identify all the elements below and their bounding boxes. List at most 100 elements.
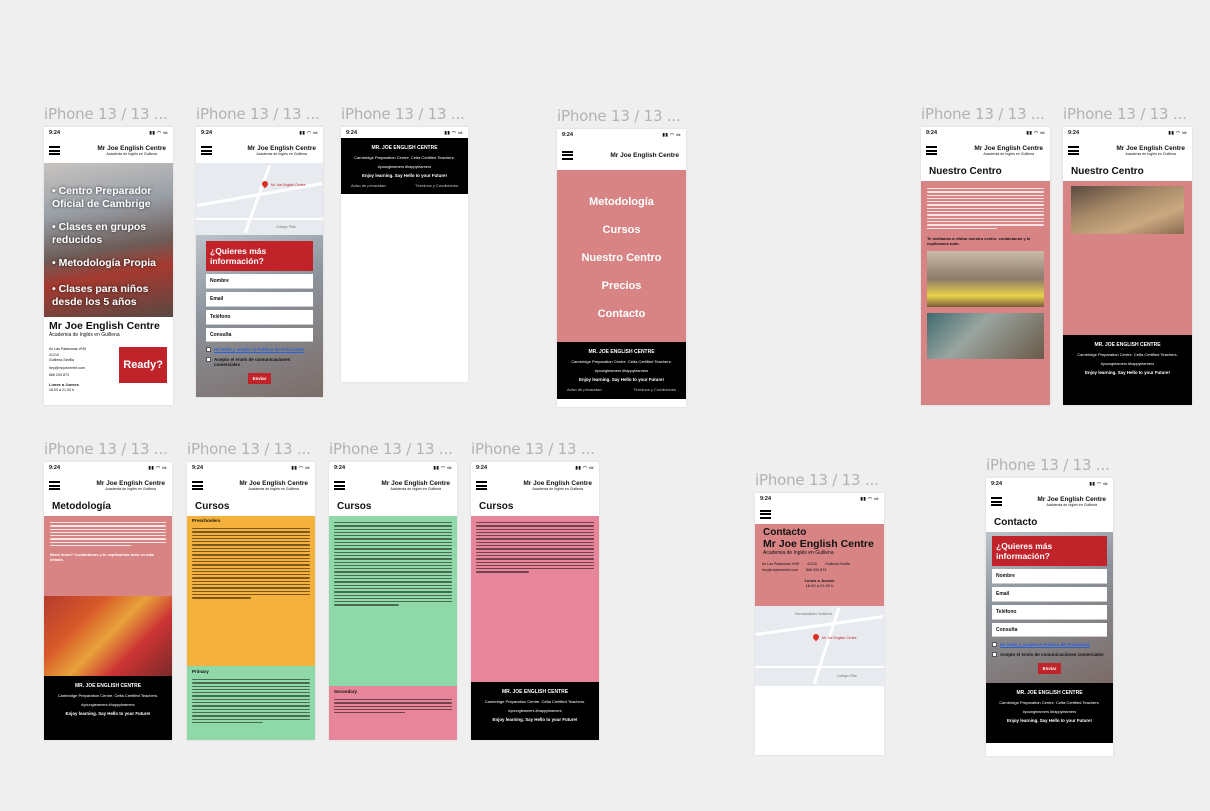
privacy-notice-link[interactable]: Aviso de privacidad (567, 387, 602, 392)
footer-tags: #youngteamers #happylearners (594, 369, 649, 374)
privacy-link[interactable]: He leído y acepto la Política de Privaci… (214, 347, 304, 352)
privacy-checkbox[interactable] (992, 642, 997, 647)
menu-icon[interactable] (49, 146, 60, 155)
contact-brand-title: Mr Joe English Centre (763, 538, 874, 550)
brand[interactable]: Mr Joe English Centre Academia de Inglés … (974, 145, 1045, 156)
brand-title: Mr Joe English Centre (974, 145, 1043, 152)
page-title: Contacto (763, 527, 807, 538)
send-button[interactable]: Enviar (247, 373, 272, 384)
name-field[interactable]: Nombre (206, 274, 313, 289)
brand[interactable]: Mr Joe English Centre Academia de Inglés … (247, 145, 318, 156)
menu-icon[interactable] (49, 481, 60, 490)
page-title: Nuestro Centro (1071, 166, 1144, 177)
query-field[interactable]: Consulta (206, 328, 313, 342)
footer-name: MR. JOE ENGLISH CENTRE (371, 145, 438, 151)
brand-subtitle: Academia de Inglés en Guillena (532, 487, 584, 491)
email-field[interactable]: Email (206, 292, 313, 307)
map-label: Mr Joe English Centre (822, 636, 857, 640)
map-label: Mr Joe English Centre (271, 183, 306, 187)
footer-desc: Cambridge Preparation Centre. Celta Cert… (354, 155, 455, 160)
menu-icon[interactable] (192, 481, 203, 490)
menu-icon[interactable] (476, 481, 487, 490)
menu-icon[interactable] (334, 481, 345, 490)
status-time: 9:24 (1068, 129, 1080, 136)
map-pin-icon[interactable] (811, 632, 821, 642)
brand-title: Mr Joe English Centre (239, 480, 308, 487)
brand[interactable]: Mr Joe English Centre Academia de Inglés … (1037, 496, 1108, 507)
frame-label: iPhone 13 / 13 ... (557, 107, 681, 125)
status-icons: ▮▮ ◠ ▭ (1089, 480, 1108, 486)
send-button[interactable]: Enviar (1037, 663, 1062, 674)
page-title: Cursos (479, 501, 514, 512)
brand-subtitle: Academia de Inglés en Guillena (1046, 503, 1098, 507)
page-title: Nuestro Centro (929, 166, 1002, 177)
hero-bullet: Centro Preparador Oficial de Cambrige (52, 185, 162, 210)
frame-cursos-3: iPhone 13 / 13 ... 9:24 ▮▮ ◠ ▭ Mr Joe Eng… (471, 440, 599, 740)
brand[interactable]: Mr Joe English Centre Academia de Inglés … (96, 480, 167, 491)
terms-link[interactable]: Términos y Condiciones (415, 183, 458, 188)
menu-icon[interactable] (991, 497, 1002, 506)
privacy-checkbox[interactable] (206, 347, 211, 352)
frame-label: iPhone 13 / 13 ... (187, 440, 311, 458)
brand[interactable]: Mr Joe English Centre Academia de Inglés … (1116, 145, 1187, 156)
terms-link[interactable]: Términos y Condiciones (633, 387, 676, 392)
frame-footer: iPhone 13 / 13 ... 9:24 ▮▮ ◠ ▭ MR. JOE EN… (341, 105, 468, 382)
brand[interactable]: Mr Joe English Centre Academia de Inglés … (523, 480, 594, 491)
status-icons: ▮▮ ◠ ▭ (291, 464, 310, 470)
comms-checkbox[interactable] (206, 357, 211, 362)
frame-centro-2: iPhone 13 / 13 ... 9:24 ▮▮ ◠ ▭ Mr Joe Eng… (1063, 105, 1192, 405)
footer-tags: #youngteamers #happylearners (1022, 710, 1077, 715)
menu-icon[interactable] (201, 146, 212, 155)
phone-field[interactable]: Teléfono (992, 605, 1107, 620)
status-time: 9:24 (201, 129, 213, 136)
footer-tags: #youngteamers #happylearners (81, 703, 135, 708)
menu-item-precios[interactable]: Precios (602, 280, 642, 292)
ready-button[interactable]: Ready? (119, 347, 167, 383)
footer-slogan: Enjoy learning. Say Hello to your Future… (362, 173, 447, 179)
contact-details: Av Las Palanosas nº49 41210 Guillena-Sevil… (762, 561, 850, 572)
footer-name: MR. JOE ENGLISH CENTRE (588, 349, 655, 355)
menu-icon[interactable] (760, 509, 771, 519)
page-title: Contacto (994, 517, 1038, 528)
brand-subtitle: Academia de Inglés en Guillena (248, 487, 300, 491)
brand[interactable]: Mr Joe English Centre (610, 152, 681, 159)
centro-photo (1071, 186, 1184, 234)
menu-icon[interactable] (926, 146, 937, 155)
comms-checkbox[interactable] (992, 652, 997, 657)
frame-centro-1: iPhone 13 / 13 ... 9:24 ▮▮ ◠ ▭ Mr Joe Eng… (921, 105, 1050, 405)
map-label: Hermandades Gutiérrez (795, 612, 833, 616)
page-title: Metodología (52, 501, 111, 512)
menu-icon[interactable] (1068, 146, 1079, 155)
brand[interactable]: Mr Joe English Centre Academia de Inglés … (381, 480, 452, 491)
privacy-notice-link[interactable]: Aviso de privacidad (351, 183, 386, 188)
frame-metodologia: iPhone 13 / 13 ... 9:24 ▮▮ ◠ ▭ Mr Joe Eng… (44, 440, 172, 740)
brand[interactable]: Mr Joe English Centre Academia de Inglés … (97, 145, 168, 156)
menu-item-metodologia[interactable]: Metodología (589, 196, 654, 208)
query-field[interactable]: Consulta (992, 623, 1107, 637)
privacy-link[interactable]: He leído y acepto la Política de Privaci… (1000, 642, 1090, 647)
brand-title: Mr Joe English Centre (97, 145, 166, 152)
frame-label: iPhone 13 / 13 ... (471, 440, 595, 458)
status-time: 9:24 (562, 131, 574, 138)
status-icons: ▮▮ ◠ ▭ (149, 129, 168, 135)
frame-label: iPhone 13 / 13 ... (986, 456, 1110, 474)
frame-label: iPhone 13 / 13 ... (921, 105, 1045, 123)
brand[interactable]: Mr Joe English Centre Academia de Inglés … (239, 480, 310, 491)
email-field[interactable]: Email (992, 587, 1107, 602)
phone-field[interactable]: Teléfono (206, 310, 313, 325)
menu-item-cursos[interactable]: Cursos (603, 224, 641, 236)
footer-desc: Cambridge Preparation Centre. Celta Cert… (57, 693, 159, 698)
footer-slogan: Enjoy learning. Say Hello to your Future… (1085, 370, 1170, 376)
frame-label: iPhone 13 / 13 ... (1063, 105, 1187, 123)
map[interactable]: Mr Joe English Centre Colegio Pilar (196, 163, 323, 235)
name-field[interactable]: Nombre (992, 569, 1107, 584)
status-icons: ▮▮ ◠ ▭ (662, 131, 681, 137)
menu-item-contacto[interactable]: Contacto (598, 308, 646, 320)
map[interactable]: Mr Joe English Centre Hermandades Gutiér… (755, 606, 884, 686)
menu-item-centro[interactable]: Nuestro Centro (581, 252, 661, 264)
footer-name: MR. JOE ENGLISH CENTRE (1094, 342, 1161, 348)
frame-label: iPhone 13 / 13 ... (329, 440, 453, 458)
metodologia-photo (44, 596, 172, 676)
centro-photo (927, 312, 1044, 359)
menu-icon[interactable] (562, 150, 573, 160)
